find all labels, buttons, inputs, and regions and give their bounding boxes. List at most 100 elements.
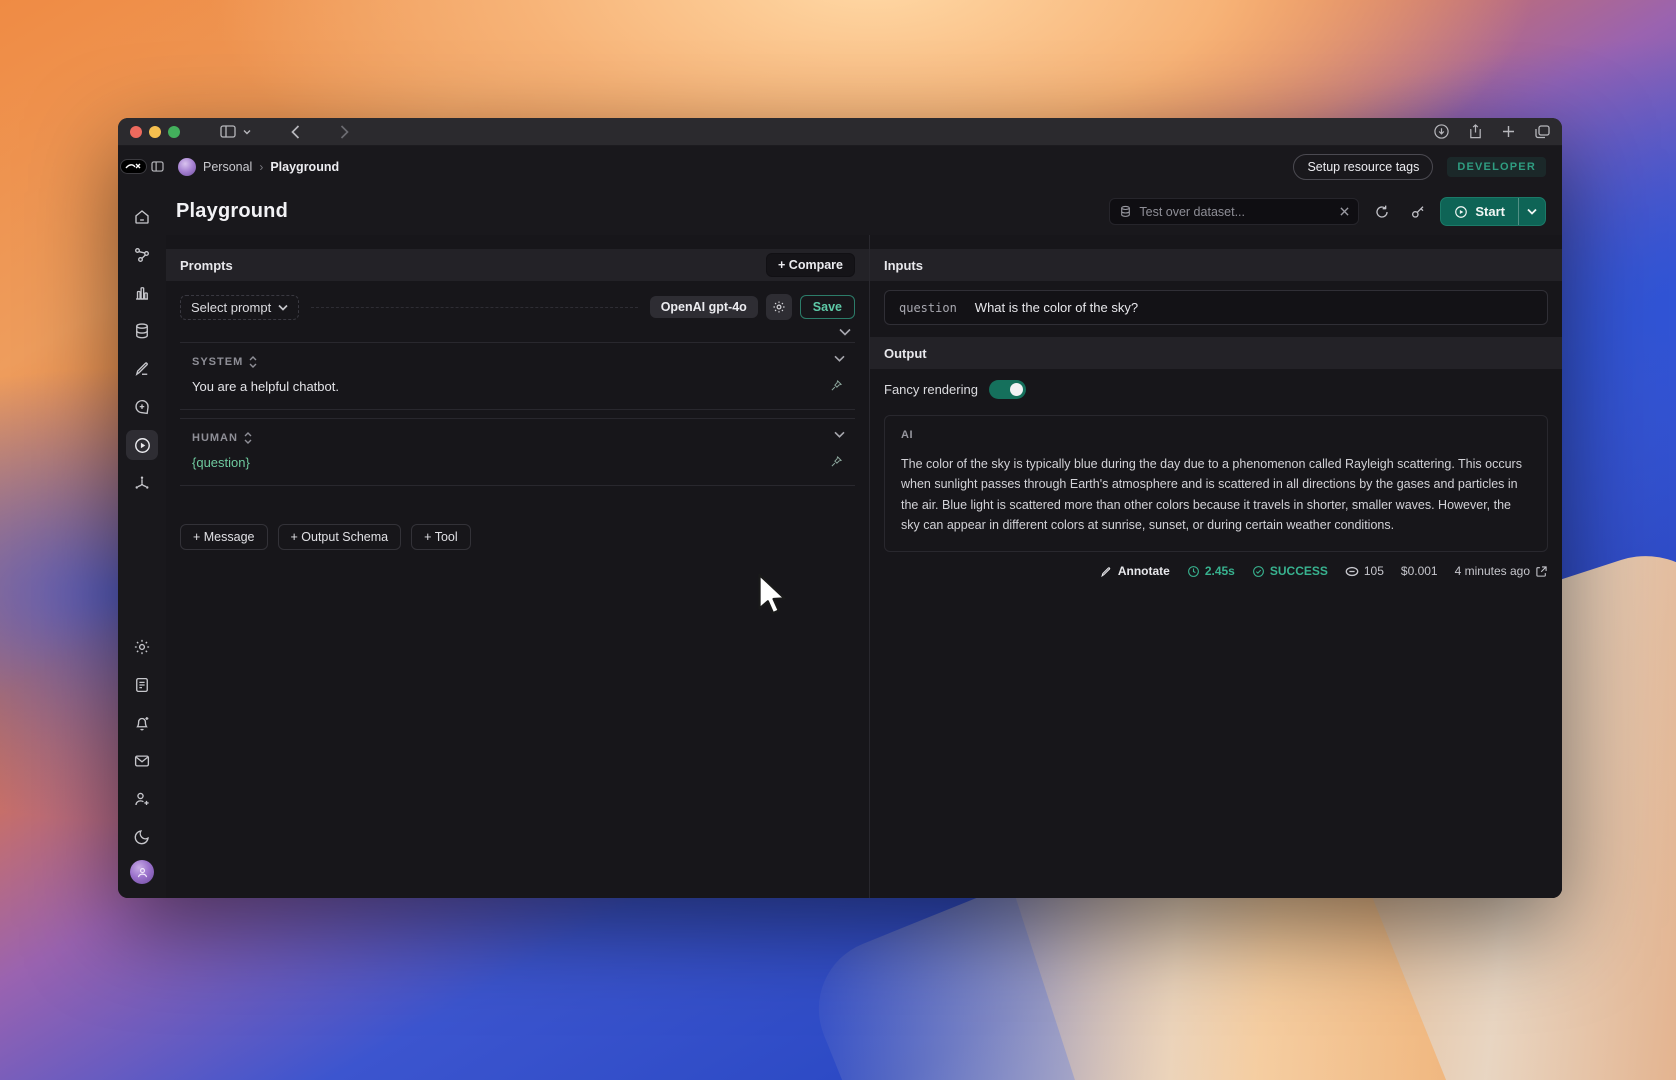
new-tab-icon[interactable] [1502, 125, 1515, 138]
sidebar-item-deployments[interactable] [126, 468, 158, 498]
back-icon[interactable] [291, 124, 300, 139]
message-role-label[interactable]: HUMAN [192, 432, 238, 444]
input-field-row[interactable]: question What is the color of the sky? [884, 290, 1548, 325]
breadcrumb: Personal › Playground [178, 158, 339, 176]
external-link-icon [1536, 565, 1547, 577]
pin-icon[interactable] [830, 455, 843, 468]
add-message-button[interactable]: + Message [180, 524, 268, 550]
check-circle-icon [1252, 565, 1264, 577]
start-button[interactable]: Start [1441, 198, 1518, 225]
refresh-icon[interactable] [1368, 198, 1395, 225]
sidebar-item-notifications[interactable] [126, 708, 158, 738]
collapse-message-icon[interactable] [834, 431, 845, 438]
api-key-icon[interactable] [1404, 198, 1431, 225]
output-panel-title: Output [884, 345, 927, 361]
sidebar-item-home[interactable] [126, 202, 158, 232]
save-button[interactable]: Save [799, 295, 855, 319]
sidebar-item-tracing[interactable] [126, 240, 158, 270]
timestamp-link[interactable]: 4 minutes ago [1455, 564, 1548, 578]
add-tool-button[interactable]: + Tool [411, 524, 471, 550]
sidebar-item-docs[interactable] [126, 670, 158, 700]
sidebar-item-invite-user[interactable] [126, 784, 158, 814]
start-split-button: Start [1440, 197, 1546, 226]
ai-output-text: The color of the sky is typically blue d… [901, 457, 1522, 532]
collapse-sidebar-icon[interactable] [151, 161, 164, 172]
langsmith-logo [120, 159, 147, 174]
sidebar-item-datasets[interactable] [126, 316, 158, 346]
collapse-message-icon[interactable] [834, 355, 845, 362]
human-message-text[interactable]: {question} [192, 455, 843, 470]
inputs-panel-title: Inputs [884, 257, 923, 273]
collapse-all-icon[interactable] [180, 320, 855, 342]
user-avatar[interactable] [130, 860, 154, 884]
divider [311, 306, 638, 308]
setup-resource-tags-button[interactable]: Setup resource tags [1293, 154, 1434, 180]
add-output-schema-button[interactable]: + Output Schema [277, 524, 402, 550]
minimize-button[interactable] [149, 125, 161, 138]
fancy-rendering-label: Fancy rendering [884, 382, 978, 397]
developer-badge: DEVELOPER [1447, 157, 1546, 177]
forward-icon[interactable] [340, 124, 349, 139]
compare-button[interactable]: + Compare [766, 253, 855, 277]
dataset-search-input[interactable] [1139, 204, 1334, 219]
zoom-button[interactable] [168, 125, 180, 138]
fancy-rendering-toggle[interactable] [988, 380, 1026, 399]
chevron-down-icon[interactable] [243, 129, 251, 135]
ai-role-label: AI [901, 429, 914, 441]
page-header: Playground Test over dataset... Start [166, 188, 1562, 235]
model-settings-icon[interactable] [765, 294, 792, 320]
system-message-card[interactable]: SYSTEM You are a helpful chatbot. [180, 342, 855, 410]
sidebar-rail [118, 146, 166, 898]
input-key: question [899, 300, 957, 315]
sidebar-item-playground[interactable] [126, 430, 158, 460]
cost-stat: $0.001 [1400, 564, 1438, 578]
select-prompt-dropdown[interactable]: Select prompt [180, 294, 300, 320]
close-button[interactable] [130, 125, 142, 138]
breadcrumb-separator-icon: › [259, 160, 264, 174]
share-icon[interactable] [1469, 124, 1482, 139]
token-count-stat: 105 [1345, 564, 1384, 578]
clock-icon [1187, 565, 1199, 577]
browser-window: Personal › Playground Setup resource tag… [118, 118, 1562, 898]
pin-icon[interactable] [830, 379, 843, 392]
message-role-label[interactable]: SYSTEM [192, 356, 243, 368]
browser-titlebar [118, 118, 1562, 146]
role-switch-icon[interactable] [249, 356, 257, 368]
output-panel-header: Output [870, 337, 1562, 369]
prompts-panel-header: Prompts + Compare [166, 249, 869, 281]
run-stats-row: Annotate 2.45s SUCCESS 105 $0.001 4 minu… [884, 564, 1548, 578]
model-chip[interactable]: OpenAI gpt-4o [649, 296, 758, 318]
sidebar-item-settings[interactable] [126, 632, 158, 662]
app-topbar: Personal › Playground Setup resource tag… [166, 146, 1562, 188]
inputs-panel-header: Inputs [870, 249, 1562, 281]
breadcrumb-current[interactable]: Playground [270, 160, 339, 174]
ai-output-card: AI The color of the sky is typically blu… [884, 415, 1548, 552]
tab-overview-icon[interactable] [1535, 124, 1550, 139]
workspace-avatar [178, 158, 196, 176]
clear-icon[interactable] [1340, 207, 1349, 216]
dark-mode-toggle-icon[interactable] [126, 822, 158, 852]
prompts-panel-title: Prompts [180, 257, 233, 273]
chevron-down-icon [278, 304, 288, 311]
pen-icon [1101, 566, 1111, 577]
tokens-icon [1345, 566, 1359, 576]
annotate-button[interactable]: Annotate [1100, 564, 1170, 578]
sidebar-item-annotation[interactable] [126, 354, 158, 384]
breadcrumb-workspace[interactable]: Personal [203, 160, 252, 174]
inputs-output-panel: Inputs question What is the color of the… [870, 235, 1562, 898]
latency-stat[interactable]: 2.45s [1187, 564, 1235, 578]
input-value[interactable]: What is the color of the sky? [975, 300, 1138, 315]
sidebar-item-monitoring[interactable] [126, 278, 158, 308]
prompts-panel: Prompts + Compare Select prompt OpenAI g… [166, 235, 870, 898]
system-message-text[interactable]: You are a helpful chatbot. [192, 379, 843, 394]
role-switch-icon[interactable] [244, 432, 252, 444]
sidebar-item-prompts[interactable] [126, 392, 158, 422]
sidebar-item-inbox[interactable] [126, 746, 158, 776]
sidebar-toggle-icon[interactable] [220, 125, 236, 138]
human-message-card[interactable]: HUMAN {question} [180, 418, 855, 486]
status-badge: SUCCESS [1252, 564, 1328, 578]
start-options-chevron[interactable] [1519, 198, 1545, 225]
downloads-icon[interactable] [1434, 124, 1449, 139]
test-over-dataset-field[interactable] [1109, 198, 1360, 225]
page-title: Playground [176, 200, 289, 222]
